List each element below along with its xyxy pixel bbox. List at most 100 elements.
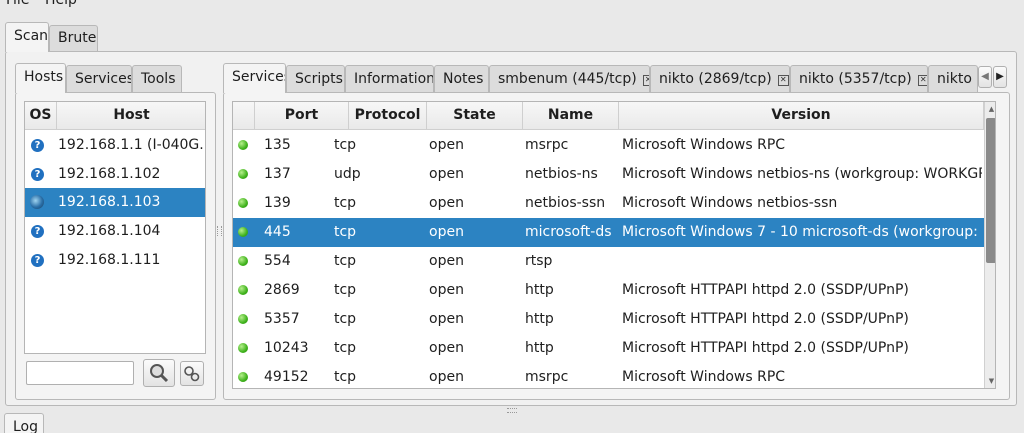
host-action-button[interactable] [180,361,204,386]
tab-nikto-2869[interactable]: nikto (2869/tcp) ✕ [650,65,790,93]
port-cell: 137 [264,166,291,182]
column-header-port[interactable]: Port [255,102,349,130]
tab-scroll-right-icon[interactable]: ▶ [993,66,1007,88]
name-cell: msrpc [525,137,569,153]
column-header-os[interactable]: OS [25,102,57,130]
protocol-cell: tcp [334,224,357,240]
name-cell: http [525,311,554,327]
port-cell: 445 [264,224,291,240]
status-open-icon [238,198,248,208]
tab-label: nikto (5357/tcp) [799,71,912,87]
column-header-state[interactable]: State [427,102,523,130]
version-cell: Microsoft Windows RPC [622,137,786,153]
gears-icon [184,366,200,382]
tab-scroll-left-icon[interactable]: ◀ [978,66,992,88]
state-cell: open [429,166,464,182]
protocol-cell: tcp [334,253,357,269]
splitter-handle[interactable] [217,226,222,236]
close-icon[interactable]: ✕ [917,75,927,86]
port-cell: 2869 [264,282,300,298]
scroll-up-icon[interactable]: ▲ [985,102,995,116]
port-cell: 135 [264,137,291,153]
question-icon: ? [31,225,44,238]
tab-information[interactable]: Information [345,65,434,93]
service-row[interactable]: 10243 tcp open http Microsoft HTTPAPI ht… [233,334,984,363]
question-icon: ? [31,168,44,181]
version-cell: Microsoft HTTPAPI httpd 2.0 (SSDP/UPnP) [622,340,909,356]
version-cell: Microsoft HTTPAPI httpd 2.0 (SSDP/UPnP) [622,311,909,327]
tab-notes[interactable]: Notes [434,65,489,93]
host-row[interactable]: ? 192.168.1.111 [25,246,205,275]
close-icon[interactable]: ✕ [642,75,649,86]
service-row[interactable]: 5357 tcp open http Microsoft HTTPAPI htt… [233,305,984,334]
version-cell: Microsoft Windows RPC [622,369,786,385]
name-cell: http [525,340,554,356]
tab-log[interactable]: Log [4,413,44,433]
name-cell: http [525,282,554,298]
tab-brute[interactable]: Brute [49,25,98,52]
host-filter-input[interactable] [26,361,134,385]
tab-nikto-5357[interactable]: nikto (5357/tcp) ✕ [790,65,928,93]
tab-nikto-partial[interactable]: nikto (1 [928,65,978,93]
status-open-icon [238,256,248,266]
tab-scan[interactable]: Scan [5,22,49,52]
host-address: 192.168.1.1 (I-040G... [58,137,203,153]
protocol-cell: tcp [334,311,357,327]
tab-label: nikto (2869/tcp) [659,71,772,87]
name-cell: netbios-ns [525,166,598,182]
tab-tools[interactable]: Tools [132,65,182,93]
tab-services[interactable]: Services [223,63,286,93]
host-row[interactable]: ? 192.168.1.104 [25,217,205,246]
service-row[interactable]: 139 tcp open netbios-ssn Microsoft Windo… [233,189,984,218]
host-row[interactable]: ? 192.168.1.102 [25,160,205,189]
vertical-scrollbar[interactable]: ▲ ▼ [984,102,995,388]
menu-file[interactable]: File [6,0,29,8]
column-header-name[interactable]: Name [523,102,619,130]
host-address: 192.168.1.102 [58,166,161,182]
state-cell: open [429,224,464,240]
state-cell: open [429,369,464,385]
scrollbar-thumb[interactable] [986,118,995,263]
name-cell: netbios-ssn [525,195,606,211]
service-row-selected[interactable]: 445 tcp open microsoft-ds Microsoft Wind… [233,218,984,247]
menu-help[interactable]: Help [45,0,77,8]
state-cell: open [429,340,464,356]
service-row[interactable]: 554 tcp open rtsp [233,247,984,276]
state-cell: open [429,282,464,298]
tab-scripts[interactable]: Scripts [286,65,345,93]
name-cell: microsoft-ds [525,224,612,240]
tab-smbenum[interactable]: smbenum (445/tcp) ✕ [489,65,650,93]
protocol-cell: tcp [334,137,357,153]
column-header-status[interactable] [233,102,255,130]
version-cell: Microsoft Windows netbios-ssn [622,195,838,211]
service-row[interactable]: 49152 tcp open msrpc Microsoft Windows R… [233,363,984,388]
service-row[interactable]: 135 tcp open msrpc Microsoft Windows RPC [233,131,984,160]
status-open-icon [238,227,248,237]
protocol-cell: tcp [334,340,357,356]
protocol-cell: tcp [334,282,357,298]
status-open-icon [238,169,248,179]
port-cell: 139 [264,195,291,211]
question-icon: ? [31,254,44,267]
search-button[interactable] [143,359,175,387]
bottom-splitter-handle[interactable] [507,408,517,413]
name-cell: msrpc [525,369,569,385]
column-header-protocol[interactable]: Protocol [349,102,427,130]
status-open-icon [238,285,248,295]
service-row[interactable]: 137 udp open netbios-ns Microsoft Window… [233,160,984,189]
service-row[interactable]: 2869 tcp open http Microsoft HTTPAPI htt… [233,276,984,305]
host-row[interactable]: ? 192.168.1.1 (I-040G... [25,131,205,160]
tab-hosts[interactable]: Hosts [15,63,66,93]
tab-services-left[interactable]: Services [66,65,132,93]
close-icon[interactable]: ✕ [777,75,789,86]
host-row-selected[interactable]: 192.168.1.103 [25,188,205,217]
column-header-version[interactable]: Version [619,102,984,130]
column-header-host[interactable]: Host [57,102,205,130]
scroll-down-icon[interactable]: ▼ [985,374,995,388]
protocol-cell: udp [334,166,361,182]
protocol-cell: tcp [334,369,357,385]
host-address: 192.168.1.111 [58,252,161,268]
state-cell: open [429,253,464,269]
port-cell: 10243 [264,340,309,356]
hosts-table: OS Host ? 192.168.1.1 (I-040G... ? 192.1… [24,101,206,354]
